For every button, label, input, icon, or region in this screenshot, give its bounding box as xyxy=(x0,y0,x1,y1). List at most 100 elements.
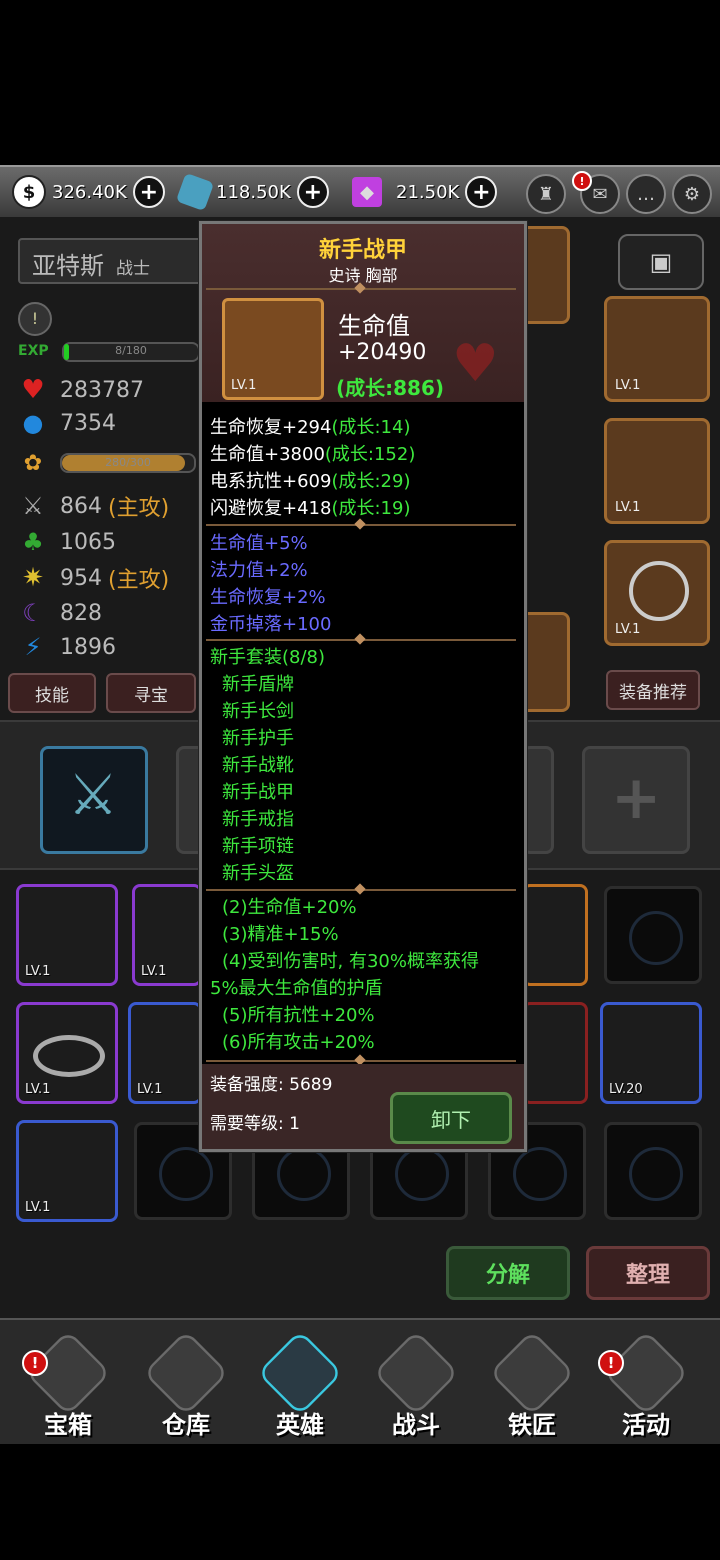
energy-stat: ✿ 280/300 xyxy=(18,448,196,478)
inventory-slot-armor[interactable]: LV.1 xyxy=(16,1120,118,1222)
main-stat-value: +20490 xyxy=(338,340,427,365)
nav-hero[interactable]: 英雄 xyxy=(252,1330,348,1439)
backpack-icon xyxy=(143,1330,229,1416)
treasure-hunt-button[interactable]: 寻宝 xyxy=(106,673,196,713)
nav-label: 仓库 xyxy=(162,1411,210,1439)
crystal-amount: 118.50K xyxy=(216,181,291,203)
slot-level: LV.1 xyxy=(25,1200,51,1215)
defense-stat: ♣ 1065 xyxy=(18,527,116,557)
slot-level: LV.1 xyxy=(141,964,167,979)
add-crystal-button[interactable]: + xyxy=(296,176,329,208)
nav-label: 铁匠 xyxy=(508,1411,556,1439)
add-gem-button[interactable]: + xyxy=(465,176,498,208)
base-stat-text: 电系抗性+609 xyxy=(210,471,332,492)
base-stat-text: 闪避恢复+418 xyxy=(210,498,332,519)
attack-stat: ⚔ 864 (主攻) xyxy=(18,491,169,521)
equip-slot-shield[interactable]: LV.1 xyxy=(604,540,710,646)
inventory-slot-gloves[interactable]: LV.1 xyxy=(132,884,202,986)
chest-icon[interactable]: ▣ xyxy=(618,234,704,290)
main-stat-name: 生命值 xyxy=(338,312,410,340)
base-stat-2: 生命值+3800(成长:152) xyxy=(210,440,415,466)
inventory-slot-empty[interactable] xyxy=(604,1122,702,1220)
dollar-icon: $ xyxy=(12,175,46,209)
info-icon[interactable]: ! xyxy=(18,302,52,336)
defense-value: 1065 xyxy=(60,529,116,555)
magic-defense-value: 828 xyxy=(60,600,102,626)
slot-level: LV.1 xyxy=(25,1082,51,1097)
inventory-slot-beast[interactable]: LV.20 xyxy=(600,1002,702,1104)
attack-value: 864 xyxy=(60,493,102,519)
base-stat-growth: (成长:19) xyxy=(331,498,411,519)
inventory-slot-ring[interactable]: LV.1 xyxy=(16,1002,118,1104)
lightning-icon: ⚡ xyxy=(24,633,42,661)
inventory-slot-hood[interactable]: LV.1 xyxy=(16,884,118,986)
nav-label: 英雄 xyxy=(276,1411,324,1439)
paw-icon: ✿ xyxy=(23,450,43,476)
skill-slot-4[interactable]: + xyxy=(582,746,690,854)
inventory-slot-weapon[interactable] xyxy=(522,1002,588,1104)
sword-icon: ⚔ xyxy=(22,492,44,520)
divider xyxy=(206,288,516,290)
set-item: 新手战甲 xyxy=(222,782,294,803)
base-stat-1: 生命恢复+294(成长:14) xyxy=(210,413,410,439)
inventory-slot-empty[interactable] xyxy=(604,886,702,984)
heart-icon: ♥ xyxy=(21,375,45,405)
skill-button[interactable]: 技能 xyxy=(8,673,96,713)
gold-amount: 326.40K xyxy=(52,181,127,203)
bonus-stat: 金币掉落+100 xyxy=(210,614,332,635)
nav-blacksmith[interactable]: 铁匠 xyxy=(484,1330,580,1439)
hero-sword-icon xyxy=(257,1330,343,1416)
energy-text: 280/300 xyxy=(105,456,151,469)
equip-slot-armor[interactable]: LV.1 xyxy=(604,296,710,402)
set-bonus: (4)受到伤害时, 有30%概率获得 xyxy=(222,951,479,972)
water-drop-icon: ● xyxy=(22,409,44,437)
nav-label: 宝箱 xyxy=(44,1411,92,1439)
energy-bar: 280/300 xyxy=(60,453,196,473)
set-item: 新手护手 xyxy=(222,728,294,749)
base-stat-3: 电系抗性+609(成长:29) xyxy=(210,467,410,493)
divider xyxy=(206,889,516,891)
equip-strength: 装备强度: 5689 xyxy=(210,1075,333,1095)
item-level: LV.1 xyxy=(231,378,257,393)
nav-battle[interactable]: 战斗 xyxy=(368,1330,464,1439)
equip-slot-gauntlet[interactable]: LV.1 xyxy=(604,418,710,524)
ring-icon xyxy=(33,1035,105,1077)
decompose-button[interactable]: 分解 xyxy=(446,1246,570,1300)
nav-label: 战斗 xyxy=(392,1411,440,1439)
shield-icon xyxy=(629,561,689,621)
mp-stat: ● 7354 xyxy=(18,408,116,438)
slot-level: LV.1 xyxy=(25,964,51,979)
required-level: 需要等级: 1 xyxy=(210,1114,300,1134)
base-stat-text: 生命恢复+294 xyxy=(210,417,332,438)
crystal-currency: 118.50K + xyxy=(175,172,329,212)
settings-gear-icon[interactable]: ⚙ xyxy=(672,174,712,214)
gem-currency: ◆ 21.50K + xyxy=(352,175,498,209)
magic-attack-value: 954 xyxy=(60,565,102,591)
hero-class: 战士 xyxy=(116,259,150,279)
currency-bar: $ 326.40K + 118.50K + ◆ 21.50K + ♜ ✉ ! …… xyxy=(0,165,720,219)
hp-stat: ♥ 283787 xyxy=(18,375,144,405)
slot-level: LV.1 xyxy=(137,1082,163,1097)
add-gold-button[interactable]: + xyxy=(132,176,165,208)
skill-slot-1[interactable]: ⚔ xyxy=(40,746,148,854)
nav-warehouse[interactable]: 仓库 xyxy=(138,1330,234,1439)
base-stat-growth: (成长:152) xyxy=(324,444,416,465)
exp-text: 8/180 xyxy=(115,344,147,357)
mp-value: 7354 xyxy=(60,410,116,436)
set-item: 新手战靴 xyxy=(222,755,294,776)
set-item: 新手盾牌 xyxy=(222,674,294,695)
magic-attack-stat: ✷ 954 (主攻) xyxy=(18,563,169,593)
gauntlet-level: LV.1 xyxy=(615,500,641,515)
rank-icon[interactable]: ♜ xyxy=(526,174,566,214)
equip-recommend-button[interactable]: 装备推荐 xyxy=(606,670,700,710)
chat-icon[interactable]: … xyxy=(626,174,666,214)
hero-name: 亚特斯 xyxy=(32,252,104,280)
base-stat-growth: (成长:29) xyxy=(331,471,411,492)
set-bonus: (5)所有抗性+20% xyxy=(222,1005,375,1026)
unequip-button[interactable]: 卸下 xyxy=(390,1092,512,1144)
inventory-slot-bracer[interactable]: LV.1 xyxy=(128,1002,202,1104)
divider xyxy=(206,524,516,526)
hammer-icon xyxy=(489,1330,575,1416)
inventory-slot-staff[interactable] xyxy=(522,884,588,986)
sort-button[interactable]: 整理 xyxy=(586,1246,710,1300)
